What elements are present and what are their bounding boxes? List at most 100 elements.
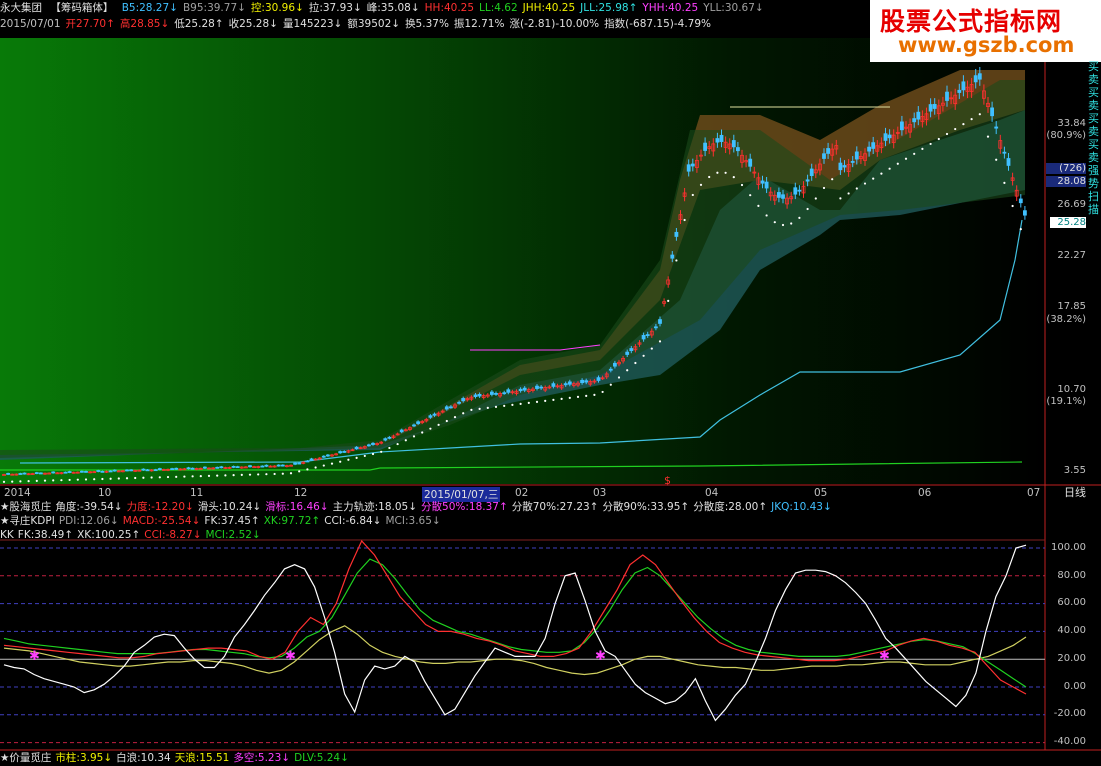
candle-body	[867, 146, 871, 152]
candle-body	[190, 467, 195, 470]
trail-dot	[593, 393, 596, 396]
indicator-value-8: 分散90%:33.95↑	[602, 501, 690, 513]
trail-dot	[52, 479, 55, 482]
candle-body	[248, 465, 252, 468]
volume-indicator-value-3: 天浪:15.51	[174, 752, 230, 764]
trail-dot	[781, 223, 785, 227]
trail-dot	[790, 222, 793, 225]
time-label: 06	[918, 487, 932, 499]
candle-body	[518, 388, 523, 392]
indicator-value-5: 主力轨迹:18.05↓	[332, 501, 418, 513]
candle-body	[842, 165, 847, 168]
candle-body	[428, 415, 433, 418]
candle-body	[342, 451, 347, 453]
trail-dot	[978, 113, 981, 116]
osc-tick: 80.00	[1057, 570, 1086, 581]
trail-dot	[576, 395, 580, 398]
indicator-row-bottom[interactable]: ★价量觅庄 市柱:3.95↓ 白浪:10.34 天浪:15.51 多空:5.23↓ DLV…	[0, 752, 357, 765]
trail-dot	[175, 475, 178, 478]
candle-body	[297, 462, 302, 465]
indicator-value-0: ★股海觅庄	[0, 501, 52, 513]
trail-dot	[560, 397, 563, 400]
candle-body	[883, 133, 888, 141]
candle-body	[584, 380, 589, 383]
trail-dot	[937, 137, 940, 141]
trail-dot	[84, 478, 88, 481]
candle-body	[838, 162, 843, 171]
trail-dot	[880, 172, 883, 175]
candle-body	[670, 254, 675, 259]
kk-value-1: FK:38.49↑	[17, 529, 74, 541]
candle-body	[231, 465, 236, 468]
candle-body	[916, 111, 921, 120]
candle-body	[563, 383, 568, 386]
trail-dot	[396, 442, 399, 446]
trail-dot	[191, 475, 194, 478]
candle-body	[100, 470, 105, 473]
trail-dot	[462, 412, 465, 415]
candle-body	[945, 91, 949, 101]
candle-body	[654, 326, 658, 329]
candle-body	[416, 421, 421, 424]
trail-dot	[76, 478, 79, 481]
trail-dot	[945, 132, 949, 136]
candle-body	[80, 470, 84, 473]
candle-body	[850, 161, 855, 163]
trail-dot	[806, 207, 809, 211]
candle-body	[887, 134, 892, 139]
trail-dot	[904, 157, 908, 160]
candle-body	[489, 391, 494, 395]
trail-dot	[486, 406, 489, 409]
trail-dot	[43, 479, 47, 482]
candle-body	[777, 192, 781, 198]
osc-tick: 0.00	[1063, 681, 1086, 692]
candle-body	[387, 436, 392, 439]
time-label: 2015/01/07,三	[422, 487, 501, 502]
trail-dot	[732, 176, 735, 179]
trail-dot	[166, 475, 170, 479]
indicator-row-2[interactable]: ★寻庄KDPI PDI:12.06↓ MACD:-25.54↓ FK:37.45↑ XK…	[0, 515, 449, 528]
trail-dot	[609, 383, 612, 386]
kk-value-3: CCI:-8.27↓	[144, 529, 202, 541]
candle-body	[276, 464, 281, 467]
candle-body	[1006, 158, 1011, 166]
candle-body	[96, 470, 101, 472]
trail-dot	[298, 470, 301, 473]
candle-body	[354, 446, 359, 450]
trail-dot	[224, 474, 227, 477]
trail-dot	[913, 152, 916, 155]
candle-body	[900, 121, 904, 131]
trail-dot	[322, 464, 325, 467]
candle-body	[63, 471, 68, 474]
candle-body	[674, 231, 679, 237]
candle-body	[613, 362, 617, 367]
trail-dot	[995, 158, 998, 161]
candle-body	[34, 472, 39, 475]
candle-body	[736, 147, 740, 152]
candle-body	[748, 158, 753, 167]
candle-body	[260, 465, 265, 468]
candle-body	[977, 73, 982, 80]
trail-dot	[158, 476, 161, 479]
indicator-row-3[interactable]: KK FK:38.49↑ XK:100.25↑ CCI:-8.27↓ MCI:2.52↓	[0, 529, 269, 542]
period-button[interactable]: 日线	[1050, 486, 1100, 500]
osc-red-line	[3, 539, 1027, 695]
candle-body	[477, 393, 482, 397]
candle-body	[170, 468, 175, 471]
trail-dot	[822, 186, 826, 190]
osc-tick: 40.00	[1057, 625, 1086, 636]
indicator-value-2: 力度:-12.20↓	[126, 501, 194, 513]
trail-dot	[962, 123, 965, 126]
trail-dot	[626, 369, 629, 372]
indicator-value-4: 滑标:16.46↓	[265, 501, 329, 513]
period-button-label: 日线	[1064, 486, 1086, 499]
trail-dot	[429, 427, 432, 430]
site-logo[interactable]: 股票公式指标网 www.gszb.com	[870, 0, 1101, 62]
trail-dot	[289, 472, 293, 475]
candle-body	[444, 406, 449, 410]
stock-chart[interactable]: $ ✱ ✱ ✱ ✱	[0, 0, 1101, 766]
trail-dot	[650, 347, 653, 350]
indicator-row-1[interactable]: ★股海觅庄 角度:-39.54↓ 力度:-12.20↓ 滑头:10.24↓ 滑标:16.…	[0, 501, 840, 514]
candle-body	[506, 389, 511, 393]
candle-body	[371, 442, 375, 445]
